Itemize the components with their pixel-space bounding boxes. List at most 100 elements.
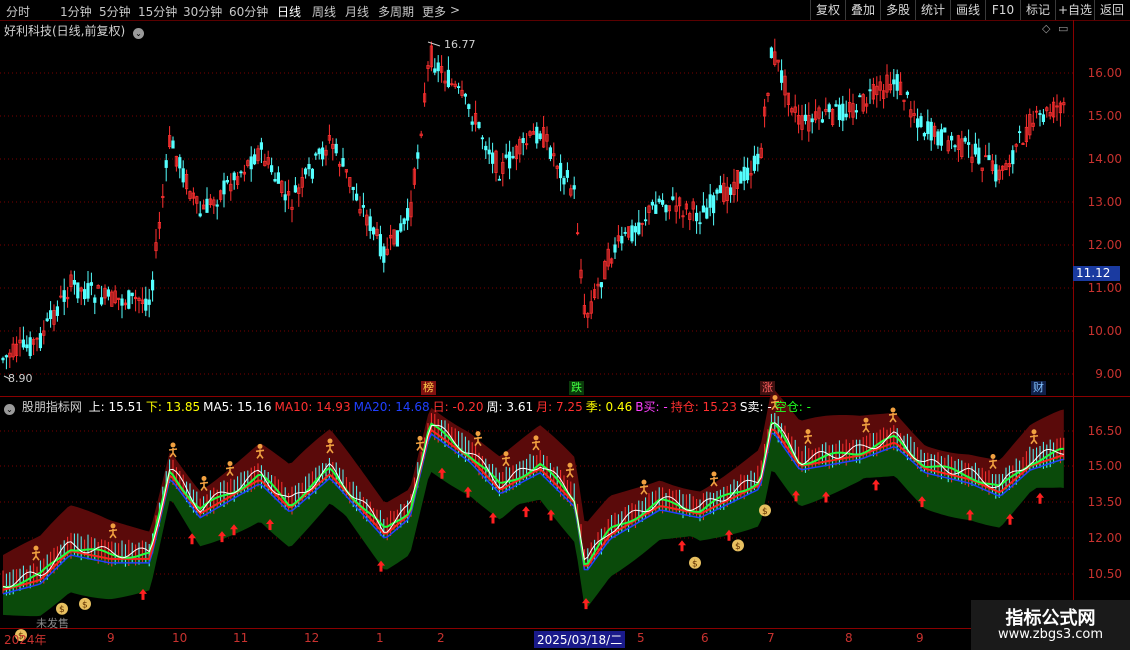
candle-body [739,171,743,184]
runner-icon [201,476,207,482]
runner-icon [863,417,869,423]
candle-body [382,246,386,263]
candle-body [1038,113,1042,115]
candle-body [147,299,151,305]
candle-body [171,140,175,149]
candle-body [467,104,471,109]
candle-body [664,205,668,213]
candle-body [507,151,512,169]
chevron-down-icon[interactable]: ⌄ [133,28,145,39]
candle-body [939,129,944,146]
candle-body [310,168,315,179]
x-tick: 10 [172,631,188,645]
candle-body [433,68,437,73]
candle-body [38,333,43,349]
candle-body [729,187,733,195]
indicator-value: MA10: 14.93 [274,400,351,414]
candle-body [630,225,634,242]
candle-body [399,223,403,232]
candle-body [810,118,814,123]
indicator-value: 空仓: - [774,400,811,414]
candle-body [613,244,617,253]
candle-body [950,135,954,141]
y-tick: 16.00 [1087,66,1122,80]
watermark-url: www.zbgs3.com [997,627,1104,642]
candle-body [205,198,209,213]
candle-body [487,149,491,155]
candle-body [538,133,542,139]
candle-body [83,289,87,300]
candle-body [559,162,563,179]
candle-body [868,89,872,92]
candle-body [21,339,26,348]
event-marker-list[interactable]: 榜 [421,381,436,395]
candle-body [1041,114,1045,123]
diamond-icon[interactable]: ◇ [1042,22,1050,35]
candle-body [1018,131,1022,134]
high-marker-line [427,41,441,47]
runner-icon [327,438,333,444]
candle-body [317,148,321,155]
candle-body [307,163,311,170]
candle-body [181,168,185,183]
x-tick: 1 [376,631,384,645]
chart-canvas[interactable]: $$ $$$$ [0,0,1130,650]
candle-body [222,180,226,195]
window-toggle-icon[interactable]: ▭ [1058,22,1068,35]
y-tick: 12.00 [1087,238,1122,252]
candle-body [548,147,553,159]
candle-body [837,104,842,121]
candle-body [756,153,760,165]
event-marker-finance[interactable]: 财 [1031,381,1046,395]
y-tick: 10.00 [1087,324,1122,338]
candle-body [334,143,338,154]
candle-body [572,185,576,190]
candle-body [695,212,699,222]
indicator-value: 上: 15.51 [88,400,143,414]
candle-body [55,306,60,316]
runner-icon [711,471,717,477]
candle-body [273,179,277,182]
candle-body [963,137,967,142]
watermark: 指标公式网 www.zbgs3.com [971,600,1130,650]
runner-icon [805,429,811,435]
candle-body [973,143,978,155]
runner-icon [567,462,573,468]
candle-body [650,201,655,206]
candle-body [100,297,104,305]
candle-body [919,116,923,128]
candle-body [922,132,927,137]
runner-icon [110,523,116,529]
candle-body [623,232,627,234]
candle-body [769,47,774,59]
x-tick: 9 [107,631,115,645]
candle-body [967,142,971,145]
candle-body [144,298,148,311]
indicator-value: 下: 13.85 [145,400,201,414]
event-marker-rise[interactable]: 涨 [760,381,775,395]
candle-body [436,62,440,72]
y-tick: 14.00 [1087,152,1122,166]
indicator-value: 季: 0.46 [585,400,633,414]
candle-body [198,213,202,217]
candle-body [106,289,110,297]
money-bag-icon: $ [82,600,88,610]
x-tick: 12 [304,631,320,645]
high-price-label: 16.77 [444,38,476,51]
candle-body [599,282,604,288]
y-tick: 15.00 [1087,459,1122,473]
buy-arrow-icon [1036,492,1044,504]
candle-body [661,200,665,205]
runner-icon [890,407,896,413]
chevron-down-icon[interactable]: ⌄ [4,404,15,415]
event-marker-drop[interactable]: 跌 [569,381,584,395]
candle-body [276,172,281,184]
candle-body [657,198,661,203]
candle-body [239,171,243,174]
candle-body [164,160,168,168]
candle-body [565,170,570,178]
candle-body [480,137,485,140]
candle-body [341,158,345,167]
y-tick: 12.00 [1087,531,1122,545]
runner-icon [257,443,263,449]
